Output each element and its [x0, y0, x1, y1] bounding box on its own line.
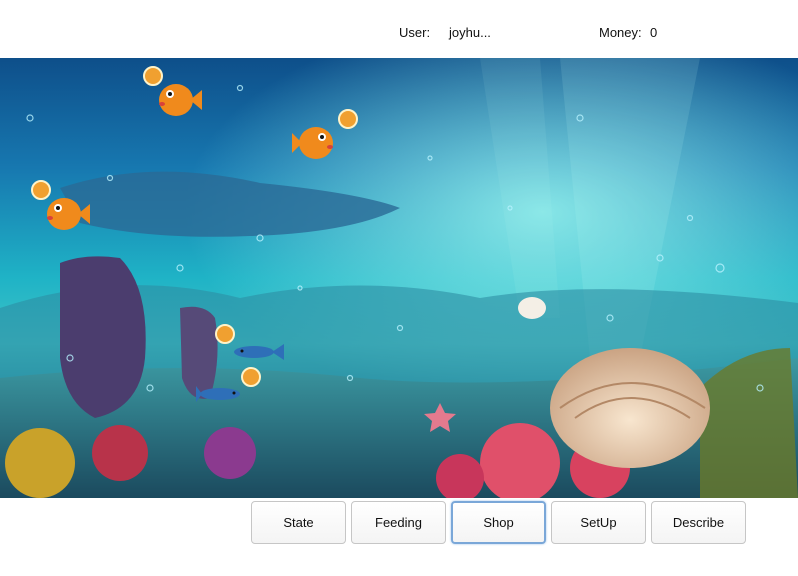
coin-icon	[241, 367, 261, 387]
coin-icon	[215, 324, 235, 344]
money-label: Money:	[599, 25, 642, 40]
orange-fish[interactable]	[140, 64, 205, 124]
user-label: User:	[399, 25, 431, 40]
aquarium-background	[0, 58, 798, 498]
coin-icon	[143, 66, 163, 86]
money-value: 0	[650, 25, 658, 40]
describe-button[interactable]: Describe	[651, 501, 746, 544]
user-name: joyhu...	[449, 25, 491, 40]
feeding-button[interactable]: Feeding	[351, 501, 446, 544]
blue-fish[interactable]	[212, 322, 287, 364]
orange-fish[interactable]	[290, 107, 362, 167]
aquarium-scene[interactable]	[0, 58, 798, 498]
coin-icon	[338, 109, 358, 129]
orange-fish[interactable]	[28, 178, 93, 238]
status-bar: User: joyhu... Money: 0	[0, 0, 798, 58]
setup-button[interactable]: SetUp	[551, 501, 646, 544]
coin-icon	[31, 180, 51, 200]
state-button[interactable]: State	[251, 501, 346, 544]
shop-button[interactable]: Shop	[451, 501, 546, 544]
blue-fish[interactable]	[196, 366, 271, 406]
